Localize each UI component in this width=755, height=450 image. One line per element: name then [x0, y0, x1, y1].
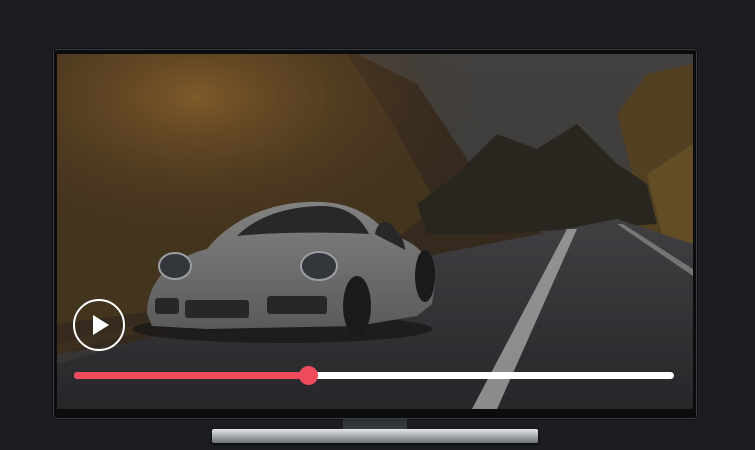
tv-stand: [212, 429, 538, 443]
progress-fill: [74, 372, 308, 379]
play-icon: [93, 315, 109, 335]
play-button[interactable]: [73, 299, 125, 351]
tv-stand-neck: [343, 419, 407, 429]
progress-scrubber-handle[interactable]: [299, 366, 318, 385]
video-screen[interactable]: [57, 54, 693, 409]
progress-bar[interactable]: [74, 366, 674, 385]
video-dim-overlay: [57, 54, 693, 409]
